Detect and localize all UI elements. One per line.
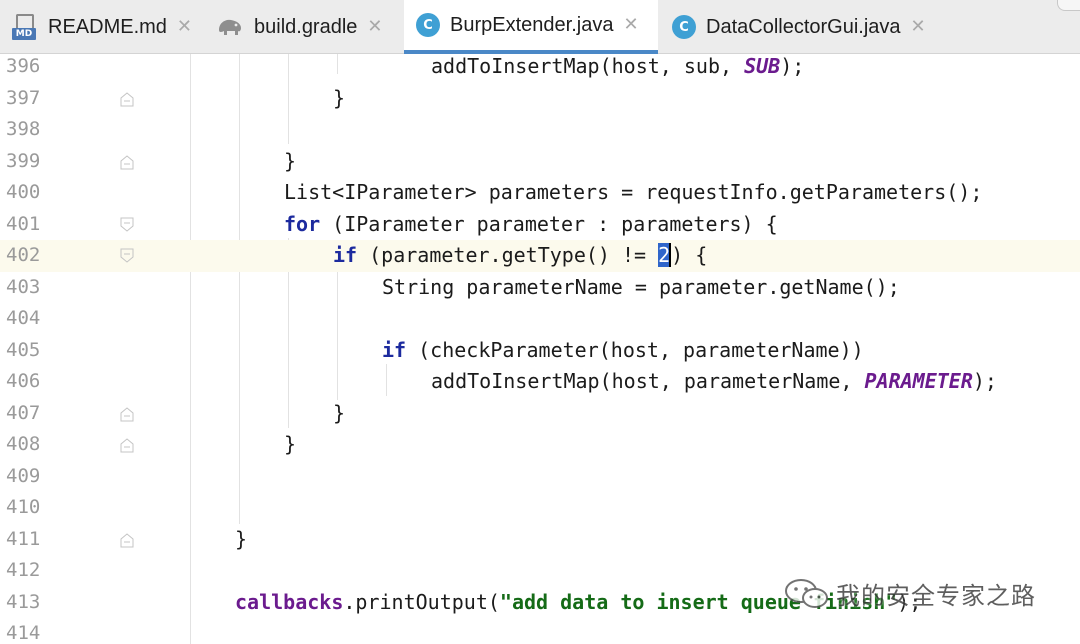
code-text: List<IParameter> parameters = requestInf… (284, 180, 983, 204)
code-line: 403 String parameterName = parameter.get… (0, 272, 1080, 304)
constant-token: SUB (744, 54, 781, 78)
code-line: 406 addToInsertMap(host, parameterName, … (0, 366, 1080, 398)
tab-burpextender[interactable]: C BurpExtender.java ✕ (404, 0, 658, 54)
line-number: 412 (6, 559, 41, 581)
code-line: 396 addToInsertMap(host, sub, SUB); (0, 54, 1080, 83)
editor-tab-bar: MD README.md ✕ build.gradle ✕ C BurpExte… (0, 0, 1080, 54)
scrollbar-corner[interactable] (1057, 0, 1080, 11)
fold-start-icon[interactable] (120, 248, 134, 264)
code-line: 408 } (0, 429, 1080, 461)
code-text: String parameterName = parameter.getName… (382, 274, 900, 299)
tab-build-gradle[interactable]: build.gradle ✕ (216, 0, 398, 54)
code-text: } (284, 148, 297, 173)
markdown-file-icon: MD (12, 14, 38, 40)
line-number: 396 (6, 55, 41, 77)
code-text: } (284, 432, 297, 456)
current-code-line: 402 if (parameter.getType() != 2) { (0, 240, 1080, 272)
code-text: if (parameter.getType() != 2) { (333, 243, 708, 267)
line-number: 408 (6, 433, 41, 455)
java-class-icon: C (416, 13, 440, 37)
code-line: 409 (0, 461, 1080, 493)
tab-label: build.gradle (254, 15, 358, 38)
line-number: 414 (6, 622, 41, 644)
line-number: 411 (6, 527, 41, 550)
fold-end-icon[interactable] (120, 91, 134, 107)
close-icon[interactable]: ✕ (623, 16, 638, 34)
line-number: 403 (6, 275, 41, 298)
keyword-token: if (333, 243, 358, 267)
java-class-icon: C (672, 15, 696, 39)
code-line: 401 for (IParameter parameter : paramete… (0, 209, 1080, 241)
line-number: 398 (6, 118, 41, 140)
watermark: 我的安全专家之路 (782, 576, 1036, 611)
line-number: 397 (6, 86, 41, 109)
code-line: 405 if (checkParameter(host, parameterNa… (0, 335, 1080, 367)
code-line: 400 List<IParameter> parameters = reques… (0, 177, 1080, 209)
code-line: 410 (0, 492, 1080, 524)
line-number: 409 (6, 464, 41, 487)
line-number: 407 (6, 401, 41, 424)
watermark-text: 我的安全专家之路 (836, 582, 1036, 610)
code-text: } (235, 526, 248, 551)
code-text: for (IParameter parameter : parameters) … (284, 211, 778, 236)
code-line: 407 } (0, 398, 1080, 430)
gradle-elephant-icon (216, 16, 244, 38)
code-text: } (333, 85, 346, 110)
code-text: } (333, 400, 346, 425)
fold-end-icon[interactable] (120, 406, 134, 422)
close-icon[interactable]: ✕ (177, 18, 192, 36)
keyword-token: if (382, 337, 407, 362)
field-token: callbacks (235, 589, 344, 614)
code-line: 414 (0, 618, 1080, 644)
tab-label: BurpExtender.java (450, 13, 614, 36)
wechat-icon (785, 578, 828, 608)
line-number: 405 (6, 338, 41, 361)
tab-label: README.md (48, 15, 167, 38)
code-line: 399 } (0, 146, 1080, 178)
line-number: 401 (6, 212, 41, 235)
text-cursor (669, 243, 672, 267)
tab-label: DataCollectorGui.java (706, 15, 901, 38)
code-line: 404 (0, 303, 1080, 335)
tab-datacollectorgui[interactable]: C DataCollectorGui.java ✕ (672, 0, 962, 54)
line-number: 410 (6, 496, 41, 518)
code-text: addToInsertMap(host, sub, SUB); (431, 54, 805, 78)
fold-end-icon[interactable] (120, 154, 134, 170)
code-text: if (checkParameter(host, parameterName)) (382, 337, 864, 362)
fold-end-icon[interactable] (120, 532, 134, 548)
fold-start-icon[interactable] (120, 217, 134, 233)
constant-token: PARAMETER (864, 369, 973, 393)
code-text: addToInsertMap(host, parameterName, PARA… (431, 369, 997, 393)
fold-end-icon[interactable] (120, 437, 134, 453)
keyword-token: for (284, 211, 321, 236)
line-number: 406 (6, 370, 41, 392)
code-line: 397 } (0, 83, 1080, 115)
line-number: 400 (6, 181, 41, 203)
code-line: 411 } (0, 524, 1080, 556)
close-icon[interactable]: ✕ (367, 18, 382, 36)
line-number: 404 (6, 307, 41, 329)
line-number: 413 (6, 590, 41, 613)
code-line: 398 (0, 114, 1080, 146)
tab-readme[interactable]: MD README.md ✕ (12, 0, 202, 54)
close-icon[interactable]: ✕ (911, 18, 926, 36)
line-number: 399 (6, 149, 41, 172)
code-editor[interactable]: 396 addToInsertMap(host, sub, SUB); 397 … (0, 54, 1080, 644)
line-number: 402 (6, 244, 41, 266)
